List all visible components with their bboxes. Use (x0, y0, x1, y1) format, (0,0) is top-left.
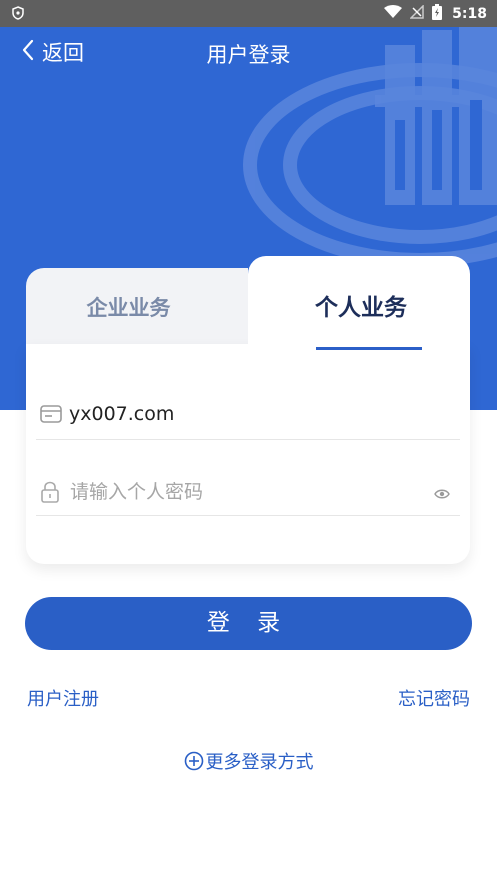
register-link[interactable]: 用户注册 (27, 685, 99, 711)
shield-icon (12, 6, 24, 24)
plus-circle-icon (184, 751, 204, 776)
battery-icon (432, 4, 443, 24)
eye-icon[interactable] (434, 485, 450, 504)
account-value[interactable]: yx007.com (69, 403, 174, 425)
login-card: 企业业务 个人业务 yx007.com (26, 256, 470, 564)
nav-bar: 返回 用户登录 (0, 27, 497, 77)
status-bar: 5:18 (0, 0, 497, 27)
lock-icon (40, 481, 60, 507)
active-tab-indicator (316, 347, 422, 350)
more-login-label: 更多登录方式 (205, 752, 314, 773)
no-signal-icon (409, 4, 424, 23)
password-input[interactable] (68, 477, 412, 507)
account-field[interactable]: yx007.com (36, 393, 460, 440)
more-login-options[interactable]: 更多登录方式 (0, 748, 497, 776)
id-card-icon (40, 405, 62, 427)
forgot-password-link[interactable]: 忘记密码 (398, 685, 470, 711)
tab-personal[interactable]: 个人业务 (271, 288, 451, 322)
status-time: 5:18 (452, 6, 487, 22)
card-body (26, 344, 470, 564)
login-button[interactable]: 登 录 (25, 597, 472, 650)
wifi-icon (384, 5, 403, 23)
password-field[interactable] (36, 469, 460, 516)
page-title: 用户登录 (206, 43, 291, 67)
tab-enterprise[interactable]: 企业业务 (26, 292, 231, 322)
